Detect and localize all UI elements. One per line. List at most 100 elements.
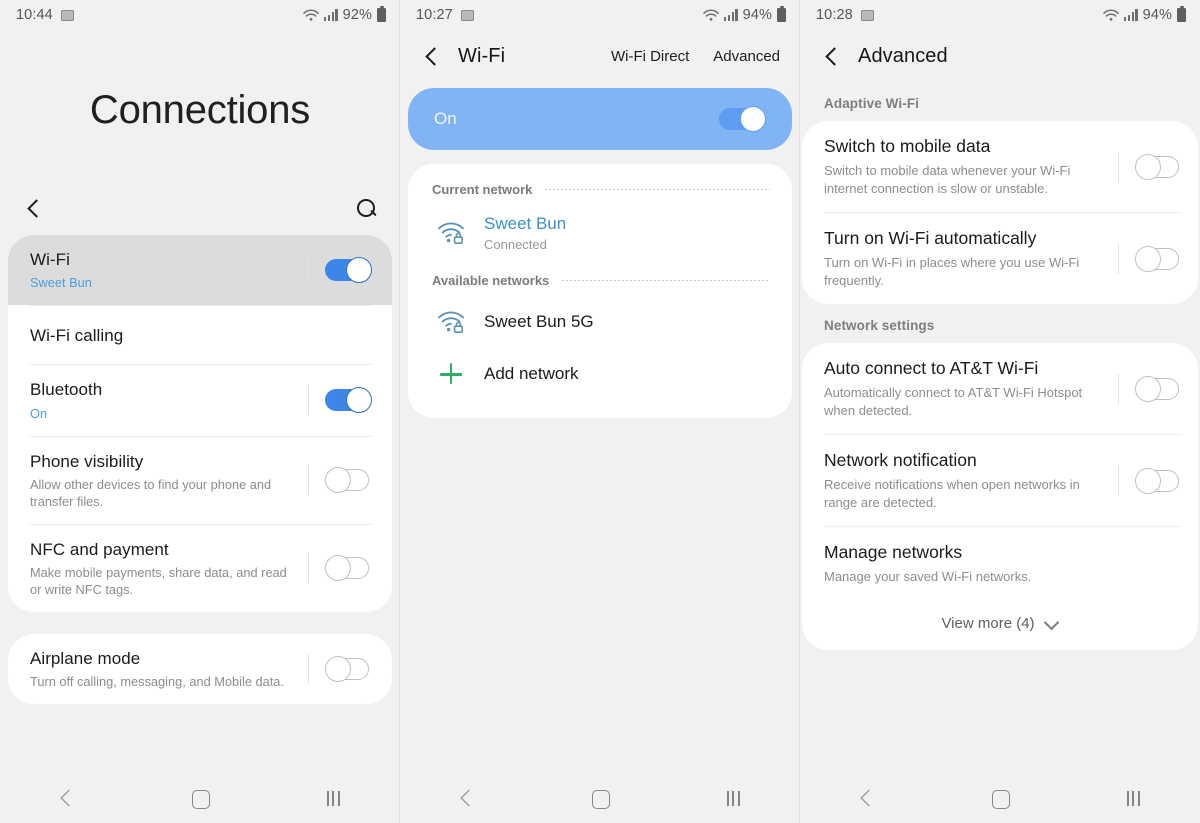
list-item-subtitle: Allow other devices to find your phone a… (30, 476, 272, 509)
status-right-cluster: 94% (1103, 5, 1186, 23)
nav-back-icon[interactable] (837, 778, 897, 818)
list-item-switch-to-mobile-data[interactable]: Switch to mobile data Switch to mobile d… (802, 121, 1198, 212)
list-item-title: Bluetooth (30, 380, 103, 400)
row-texts: Phone visibility Allow other devices to … (30, 451, 308, 510)
list-item-title: Switch to mobile data (824, 136, 991, 156)
status-time: 10:27 (416, 7, 453, 23)
list-item-network-notification[interactable]: Network notification Receive notificatio… (802, 435, 1198, 526)
nav-back-icon[interactable] (437, 778, 497, 818)
divider (1118, 243, 1119, 274)
divider (1118, 465, 1119, 496)
list-item-turn-on-wifi-automatically[interactable]: Turn on Wi-Fi automatically Turn on Wi-F… (802, 213, 1198, 304)
system-navigation-bar (0, 773, 400, 823)
toggle-wrap (308, 654, 372, 685)
status-bar: 10:27 94% (400, 0, 800, 30)
toggle-switch-to-mobile-data[interactable] (1135, 153, 1182, 180)
battery-percent: 92% (342, 7, 372, 23)
list-item-wifi-calling[interactable]: Wi-Fi calling (8, 306, 392, 364)
view-more-button[interactable]: View more (4) (802, 601, 1198, 650)
divider (1118, 151, 1119, 182)
nav-recents-icon[interactable] (303, 778, 363, 818)
list-item-subtitle: Sweet Bun (30, 275, 92, 291)
back-chevron-icon[interactable] (22, 196, 46, 220)
nav-home-icon[interactable] (170, 778, 230, 818)
row-texts: Switch to mobile data Switch to mobile d… (824, 136, 1118, 197)
row-texts: Wi-Fi Sweet Bun (30, 249, 308, 291)
wifi-direct-button[interactable]: Wi-Fi Direct (609, 44, 691, 69)
toggle-auto-connect-att-wifi[interactable] (1135, 375, 1182, 402)
list-item-title: Wi-Fi (30, 250, 70, 269)
advanced-scroll-area[interactable]: Adaptive Wi-Fi Switch to mobile data Swi… (800, 82, 1200, 773)
back-chevron-icon[interactable] (820, 44, 844, 68)
list-item-subtitle: Make mobile payments, share data, and re… (30, 565, 287, 598)
page-title: Wi-Fi (458, 44, 506, 67)
status-bar: 10:44 92% (0, 0, 400, 30)
back-chevron-icon[interactable] (420, 44, 444, 68)
wifi-master-label: On (434, 109, 457, 128)
nav-back-icon[interactable] (37, 778, 97, 818)
app-bar: Advanced (800, 30, 1200, 82)
divider (308, 255, 309, 286)
toggle-wrap (1118, 465, 1182, 496)
toggle-wrap (308, 255, 372, 286)
image-icon (460, 9, 474, 21)
toggle-bluetooth[interactable] (325, 387, 372, 414)
connections-card-primary: Wi-Fi Sweet Bun Wi-Fi calling Bluetooth (8, 235, 392, 613)
status-right-cluster: 94% (703, 5, 786, 23)
advanced-button[interactable]: Advanced (711, 44, 782, 69)
list-item-wifi[interactable]: Wi-Fi Sweet Bun (8, 235, 392, 306)
network-name: Sweet Bun (484, 214, 567, 233)
list-item-manage-networks[interactable]: Manage networks Manage your saved Wi-Fi … (802, 527, 1198, 601)
panel-advanced: 10:28 94% Advanced Adaptive Wi-Fi Switch… (800, 0, 1200, 823)
toggle-network-notification[interactable] (1135, 467, 1182, 494)
section-header-current-network: Current network (408, 170, 792, 205)
list-item-subtitle: Receive notifications when open networks… (824, 477, 1080, 510)
wifi-lock-icon (436, 220, 466, 246)
row-texts: Network notification Receive notificatio… (824, 450, 1118, 511)
page-title: Connections (89, 88, 311, 132)
divider (308, 553, 309, 584)
list-item-nfc-and-payment[interactable]: NFC and payment Make mobile payments, sh… (8, 525, 392, 612)
list-item-phone-visibility[interactable]: Phone visibility Allow other devices to … (8, 437, 392, 524)
list-item-airplane-mode[interactable]: Airplane mode Turn off calling, messagin… (8, 634, 392, 704)
list-item-bluetooth[interactable]: Bluetooth On (8, 365, 392, 435)
network-status: Connected (484, 237, 547, 252)
toggle-wifi-master[interactable] (719, 106, 766, 132)
search-icon[interactable] (354, 196, 378, 220)
view-more-label: View more (4) (941, 614, 1035, 632)
list-item-auto-connect-att-wifi[interactable]: Auto connect to AT&T Wi-Fi Automatically… (802, 343, 1198, 434)
toggle-nfc[interactable] (325, 555, 372, 582)
list-item-title: Manage networks (824, 542, 963, 563)
toggle-phone-visibility[interactable] (325, 467, 372, 494)
list-item-title: Auto connect to AT&T Wi-Fi (824, 358, 1039, 379)
wifi-icon (303, 9, 319, 22)
list-item-add-network[interactable]: Add network (408, 348, 792, 400)
network-texts: Sweet Bun 5G (484, 312, 594, 332)
toggle-wifi[interactable] (325, 257, 372, 284)
app-bar-actions: Wi-Fi Direct Advanced (609, 44, 782, 69)
nav-home-icon[interactable] (570, 778, 630, 818)
toggle-turn-on-wifi-automatically[interactable] (1135, 245, 1182, 272)
list-item-title: Airplane mode (30, 649, 141, 669)
toggle-wrap (308, 465, 372, 496)
toggle-airplane-mode[interactable] (325, 656, 372, 683)
nav-recents-icon[interactable] (1103, 778, 1163, 818)
battery-percent: 94% (1142, 7, 1172, 23)
group-label-network-settings: Network settings (824, 318, 935, 334)
three-panel-screenshot-strip: 10:44 92% Connections Wi-Fi Sweet Bun Wi… (0, 0, 1200, 823)
list-item-network-sweet-bun-5g[interactable]: Sweet Bun 5G (408, 296, 792, 348)
nav-home-icon[interactable] (970, 778, 1030, 818)
status-bar: 10:28 94% (800, 0, 1200, 30)
nav-recents-icon[interactable] (703, 778, 763, 818)
list-item-title: NFC and payment (30, 539, 169, 559)
list-item-subtitle: Switch to mobile data whenever your Wi-F… (824, 163, 1071, 196)
list-item-title: Network notification (824, 450, 977, 471)
row-texts: Turn on Wi-Fi automatically Turn on Wi-F… (824, 228, 1118, 289)
row-texts: Auto connect to AT&T Wi-Fi Automatically… (824, 358, 1118, 419)
plus-icon (436, 361, 466, 387)
wifi-master-toggle-bar[interactable]: On (408, 88, 792, 150)
add-network-label: Add network (484, 364, 579, 383)
battery-icon (777, 5, 786, 22)
list-item-subtitle: Automatically connect to AT&T Wi-Fi Hots… (824, 385, 1083, 418)
list-item-network-sweet-bun[interactable]: Sweet Bun Connected (408, 205, 792, 261)
